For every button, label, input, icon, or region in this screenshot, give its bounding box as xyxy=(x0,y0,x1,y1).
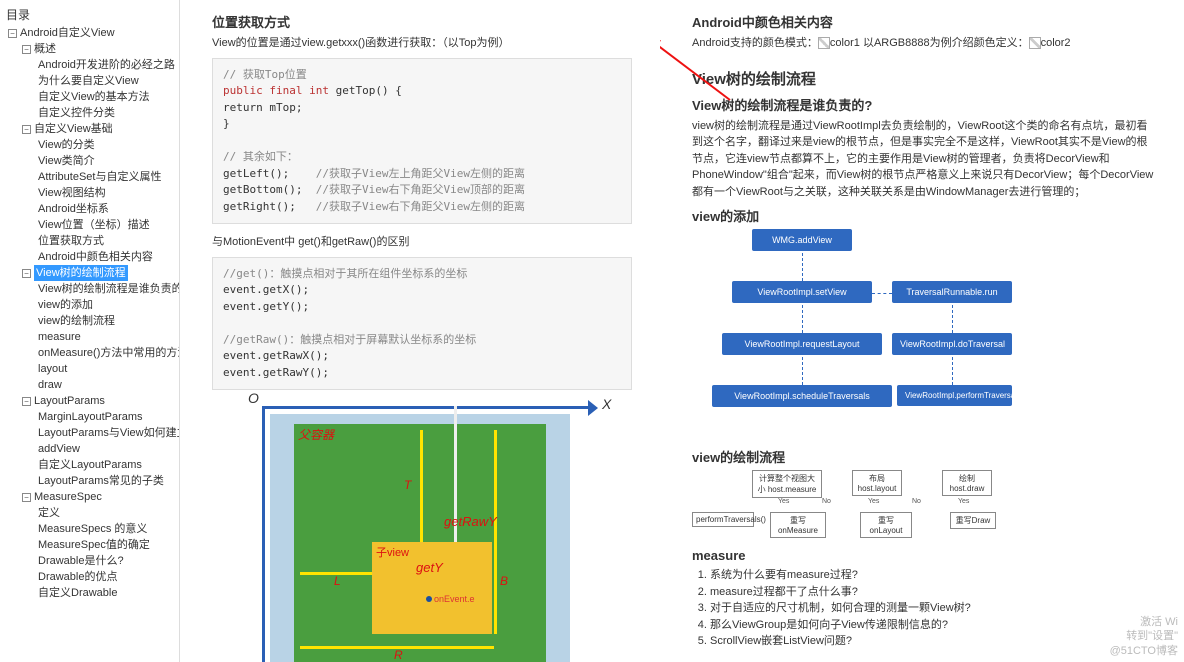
code-block: // 获取Top位置 public final int getTop() { r… xyxy=(212,58,632,225)
screen-box: 父容器 T L R B getRawY 子view getY onEv xyxy=(270,414,570,662)
section-heading: View树的绘制流程 xyxy=(692,68,1156,89)
collapse-icon[interactable]: − xyxy=(22,397,31,406)
list-item: 那么ViewGroup是如何向子View传递限制信息的? xyxy=(710,617,1156,634)
tree-item[interactable]: Drawable的优点 xyxy=(0,569,179,585)
list-item: measure过程都干了点什么事? xyxy=(710,584,1156,601)
article-column-left: 位置获取方式 View的位置是通过view.getxxx()函数进行获取：（以T… xyxy=(180,0,660,662)
tree-item[interactable]: view的添加 xyxy=(0,297,179,313)
y-axis xyxy=(262,406,265,662)
section-heading: 位置获取方式 xyxy=(212,12,632,31)
tree-group[interactable]: −概述 xyxy=(0,41,179,57)
tree-item[interactable]: view的绘制流程 xyxy=(0,313,179,329)
tree-item[interactable]: layout xyxy=(0,361,179,377)
tree-group[interactable]: −LayoutParams xyxy=(0,393,179,409)
tree-item[interactable]: MeasureSpec值的确定 xyxy=(0,537,179,553)
tree-item[interactable]: AttributeSet与自定义属性 xyxy=(0,169,179,185)
flow-node: ViewRootImpl.scheduleTraversals xyxy=(712,385,892,407)
list-item: 对于自适应的尺寸机制，如何合理的测量一颗View树? xyxy=(710,600,1156,617)
flow-node: 计算整个视图大小 host.measure xyxy=(752,470,822,498)
tree-group[interactable]: −MeasureSpec xyxy=(0,489,179,505)
child-view-box: 子view getY onEvent.e xyxy=(372,542,492,634)
tree-item[interactable]: onMeasure()方法中常用的方法 xyxy=(0,345,179,361)
list-item: ScrollView嵌套ListView问题? xyxy=(710,633,1156,650)
flow-node: performTraversals() xyxy=(692,512,754,527)
toc-sidebar: 目录 −Android自定义View −概述 Android开发进阶的必经之路 … xyxy=(0,0,180,662)
collapse-icon[interactable]: − xyxy=(22,269,31,278)
flow-node: WMG.addView xyxy=(752,229,852,251)
tree-item[interactable]: 自定义Drawable xyxy=(0,585,179,601)
tree-item[interactable]: MeasureSpecs 的意义 xyxy=(0,521,179,537)
content-area: 位置获取方式 View的位置是通过view.getxxx()函数进行获取：（以T… xyxy=(180,0,1184,662)
flow-node: ViewRootImpl.requestLayout xyxy=(722,333,882,355)
parent-label: 父容器 xyxy=(298,426,334,443)
axis-origin-label: O xyxy=(248,390,259,406)
tree-item[interactable]: View视图结构 xyxy=(0,185,179,201)
touch-point-icon xyxy=(426,596,432,602)
collapse-icon[interactable]: − xyxy=(22,45,31,54)
flow-node: 绘制 host.draw xyxy=(942,470,992,496)
x-axis-label: X xyxy=(602,396,611,412)
tree-item[interactable]: 为什么要自定义View xyxy=(0,73,179,89)
tree-group-selected[interactable]: −View树的绘制流程 xyxy=(0,265,179,281)
tree-item[interactable]: draw xyxy=(0,377,179,393)
collapse-icon[interactable]: − xyxy=(22,125,31,134)
paragraph: 与MotionEvent中 get()和getRaw()的区别 xyxy=(212,234,632,251)
tree-item[interactable]: Android开发进阶的必经之路 xyxy=(0,57,179,73)
tree-group[interactable]: −自定义View基础 xyxy=(0,121,179,137)
tree-item[interactable]: 自定义View的基本方法 xyxy=(0,89,179,105)
flow-node: ViewRootImpl.performTraversals xyxy=(897,385,1012,406)
section-heading: measure xyxy=(692,548,1156,563)
collapse-icon[interactable]: − xyxy=(8,29,17,38)
dim-arrow-t xyxy=(420,430,423,542)
section-heading: View树的绘制流程是谁负责的? xyxy=(692,95,1156,114)
tree-item[interactable]: LayoutParams常见的子类 xyxy=(0,473,179,489)
flow-node: 重写Draw xyxy=(950,512,996,529)
tree-item[interactable]: Android中颜色相关内容 xyxy=(0,249,179,265)
tree-item[interactable]: Drawable是什么? xyxy=(0,553,179,569)
code-block: //get()：触摸点相对于其所在组件坐标系的坐标 event.getX(); … xyxy=(212,257,632,391)
paragraph: Android支持的颜色模式：color1 以ARGB8888为例介绍颜色定义：… xyxy=(692,35,1156,52)
tree-item[interactable]: addView xyxy=(0,441,179,457)
toc-title: 目录 xyxy=(0,4,179,25)
tree-item[interactable]: View树的绘制流程是谁负责的? xyxy=(0,281,179,297)
x-axis xyxy=(262,406,592,409)
section-heading: Android中颜色相关内容 xyxy=(692,12,1156,31)
flow-node: 布局 host.layout xyxy=(852,470,902,496)
tree-item[interactable]: MarginLayoutParams xyxy=(0,409,179,425)
question-list: 系统为什么要有measure过程? measure过程都干了点什么事? 对于自适… xyxy=(692,567,1156,650)
section-heading: view的添加 xyxy=(692,206,1156,225)
parent-container-box: 父容器 T L R B getRawY 子view getY onEv xyxy=(294,424,546,662)
article-column-right: Android中颜色相关内容 Android支持的颜色模式：color1 以AR… xyxy=(660,0,1184,662)
tree-item[interactable]: 自定义LayoutParams xyxy=(0,457,179,473)
flow-node: 重写onMeasure xyxy=(770,512,826,538)
watermark: 激活 Wi 转到"设置" @51CTO博客 xyxy=(1110,615,1178,658)
flow-node: 重写onLayout xyxy=(860,512,912,538)
toc-tree: −Android自定义View −概述 Android开发进阶的必经之路 为什么… xyxy=(0,25,179,601)
collapse-icon[interactable]: − xyxy=(22,493,31,502)
flowchart-draw-process: 计算整个视图大小 host.measure 布局 host.layout 绘制 … xyxy=(692,470,1012,540)
paragraph: View的位置是通过view.getxxx()函数进行获取：（以Top为例） xyxy=(212,35,632,52)
arrow-right-icon xyxy=(588,400,598,416)
tree-item[interactable]: Android坐标系 xyxy=(0,201,179,217)
broken-image-icon xyxy=(818,37,830,49)
flow-node: ViewRootImpl.doTraversal xyxy=(892,333,1012,355)
tree-item[interactable]: View位置（坐标）描述 xyxy=(0,217,179,233)
tree-item[interactable]: View类简介 xyxy=(0,153,179,169)
flow-node: ViewRootImpl.setView xyxy=(732,281,872,303)
tree-root[interactable]: −Android自定义View xyxy=(0,25,179,41)
tree-item[interactable]: LayoutParams与View如何建立联系 xyxy=(0,425,179,441)
flow-node: TraversalRunnable.run xyxy=(892,281,1012,303)
tree-item[interactable]: 位置获取方式 xyxy=(0,233,179,249)
tree-item[interactable]: measure xyxy=(0,329,179,345)
flowchart-add-view: WMG.addView ViewRootImpl.setView Travers… xyxy=(692,229,1012,439)
tree-item[interactable]: View的分类 xyxy=(0,137,179,153)
tree-item[interactable]: 自定义控件分类 xyxy=(0,105,179,121)
section-heading: view的绘制流程 xyxy=(692,447,1156,466)
dim-arrow-b xyxy=(494,430,497,634)
tree-item[interactable]: 定义 xyxy=(0,505,179,521)
paragraph: view树的绘制流程是通过ViewRootImpl去负责绘制的，ViewRoot… xyxy=(692,118,1156,201)
coordinate-diagram: O X Y 父容器 T L R B getRawY xyxy=(232,400,612,662)
broken-image-icon xyxy=(1029,37,1041,49)
list-item: 系统为什么要有measure过程? xyxy=(710,567,1156,584)
